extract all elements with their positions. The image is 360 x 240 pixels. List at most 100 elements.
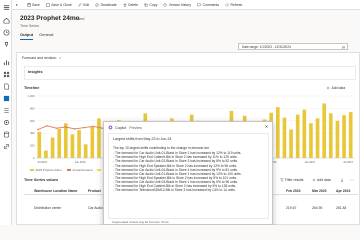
- deactivate-icon: [95, 2, 99, 7]
- comment-icon: [197, 3, 201, 7]
- bar: [295, 114, 300, 158]
- edit-label: Edit: [83, 2, 90, 7]
- bar: [282, 117, 287, 158]
- calendar-icon: [341, 46, 345, 49]
- value-cell: 219.67: [286, 206, 297, 210]
- y-tick-label: 400: [30, 131, 35, 135]
- left-nav-rail: [0, 0, 12, 225]
- bar: [44, 150, 48, 158]
- history-icon: [163, 2, 167, 7]
- edit-icon: [78, 2, 82, 7]
- document-nav-icon[interactable]: [2, 82, 10, 90]
- y-tick-label: 800: [30, 106, 35, 110]
- bar: [97, 118, 101, 158]
- copilot-header: Copilot Preview: [108, 125, 142, 130]
- pin-icon[interactable]: [2, 40, 10, 48]
- timeline-add-data-button[interactable]: Add data: [326, 86, 345, 90]
- refresh-icon: [225, 3, 229, 6]
- delete-button[interactable]: Delete: [123, 3, 138, 7]
- column-header[interactable]: Warehouse Location Name: [34, 189, 77, 193]
- ts-add-data-button[interactable]: Add data: [312, 178, 331, 182]
- timeline-label: Timeline: [24, 86, 40, 90]
- deactivate-label: Deactivate: [100, 2, 117, 7]
- home-icon[interactable]: [2, 16, 10, 24]
- refresh-button[interactable]: Refresh: [225, 3, 242, 7]
- column-header[interactable]: Mar 2023: [312, 189, 327, 193]
- date-range-value: Date range: 1/1/2023 - 12/31/2024: [242, 44, 291, 49]
- bar: [335, 120, 340, 158]
- tab-general[interactable]: General: [39, 32, 53, 40]
- download-button[interactable]: [340, 178, 345, 182]
- grid-nav-icon[interactable]: [2, 70, 10, 78]
- deactivate-button[interactable]: Deactivate: [95, 3, 117, 7]
- forecast-nav-icon[interactable]: [2, 94, 10, 102]
- bar: [348, 112, 353, 158]
- save-label: Save: [32, 2, 40, 7]
- bar: [309, 123, 313, 158]
- copy-button[interactable]: Copy: [144, 3, 157, 7]
- column-header[interactable]: Apr 2023: [336, 189, 350, 193]
- x-tick-label: Jul 2027: [343, 160, 353, 164]
- version-history-button[interactable]: Version history: [163, 3, 191, 7]
- save-icon: [26, 2, 31, 7]
- more-options-button[interactable]: [350, 178, 355, 182]
- save-button[interactable]: Save: [26, 2, 40, 7]
- y-tick-label: 600: [30, 119, 35, 123]
- delete-icon: [123, 3, 126, 7]
- copilot-item: - The demand for TelevisionSDM12-Blk in …: [113, 188, 236, 193]
- close-icon[interactable]: [264, 124, 269, 129]
- date-range-picker[interactable]: Date range: 1/1/2023 - 12/31/2024: [238, 43, 348, 50]
- comments-button[interactable]: Comments: [197, 3, 219, 7]
- settings-nav-icon[interactable]: [2, 118, 10, 126]
- copy-label: Copy: [149, 2, 158, 7]
- tab-output[interactable]: Output: [20, 32, 34, 40]
- list-nav-icon[interactable]: [2, 106, 10, 114]
- line-point: [83, 126, 85, 129]
- insights-panel: Insights: [24, 66, 356, 80]
- line-point: [37, 128, 39, 131]
- legend-item[interactable]: 2023 Prophet 24mo: [30, 168, 62, 172]
- line-point: [46, 124, 49, 127]
- save-close-icon: [46, 2, 50, 7]
- recent-icon[interactable]: [2, 28, 10, 36]
- ts-add-data-label: Add data: [317, 178, 331, 182]
- filter-button[interactable]: Filter results: [280, 178, 303, 182]
- save-close-label: Save & Close: [51, 2, 72, 7]
- database-nav-icon[interactable]: [2, 130, 10, 138]
- legend-item[interactable]: Actual demand: [66, 168, 92, 172]
- add-icon: [312, 178, 316, 182]
- column-header[interactable]: Feb 2023: [286, 189, 301, 193]
- chart-nav-icon[interactable]: [2, 58, 10, 66]
- edit-button[interactable]: Edit: [78, 3, 89, 7]
- insights-label: Insights: [28, 70, 43, 74]
- legend-label: 2023 Prophet 24mo: [35, 168, 62, 172]
- bar: [83, 144, 88, 158]
- filter-icon: [280, 178, 284, 182]
- forecast-header-label: Forecast and revision: [22, 56, 57, 60]
- more-icon: [350, 179, 354, 181]
- bar: [50, 137, 55, 158]
- legend-swatch: [30, 169, 34, 171]
- product-cell: Car Audio: [88, 206, 103, 210]
- bar: [63, 123, 68, 158]
- menu-icon[interactable]: [2, 3, 10, 11]
- bar: [77, 130, 81, 158]
- app-window: Save Save & Close Edit Deactivate Delete…: [0, 0, 360, 225]
- forecast-section-toggle[interactable]: Forecast and revision: [22, 56, 62, 60]
- bar: [275, 107, 280, 158]
- save-close-button[interactable]: Save & Close: [46, 3, 72, 7]
- refresh-label: Refresh: [230, 2, 243, 7]
- filter-label: Filter results: [285, 178, 304, 182]
- command-bar: Save Save & Close Edit Deactivate Delete…: [12, 0, 360, 10]
- chevron-down-icon: [59, 57, 62, 59]
- bar: [342, 115, 346, 158]
- link-nav-icon[interactable]: [2, 142, 10, 150]
- column-header[interactable]: Product: [88, 189, 101, 193]
- back-button[interactable]: [15, 3, 21, 7]
- x-tick-label: Jan 2027: [304, 160, 315, 164]
- bar: [328, 113, 333, 158]
- copilot-heading: Largest shifts from May-23 to Jun-24: [113, 137, 172, 141]
- y-tick-label: 200: [30, 144, 35, 148]
- copilot-icon: [108, 125, 113, 130]
- download-icon: [340, 178, 344, 182]
